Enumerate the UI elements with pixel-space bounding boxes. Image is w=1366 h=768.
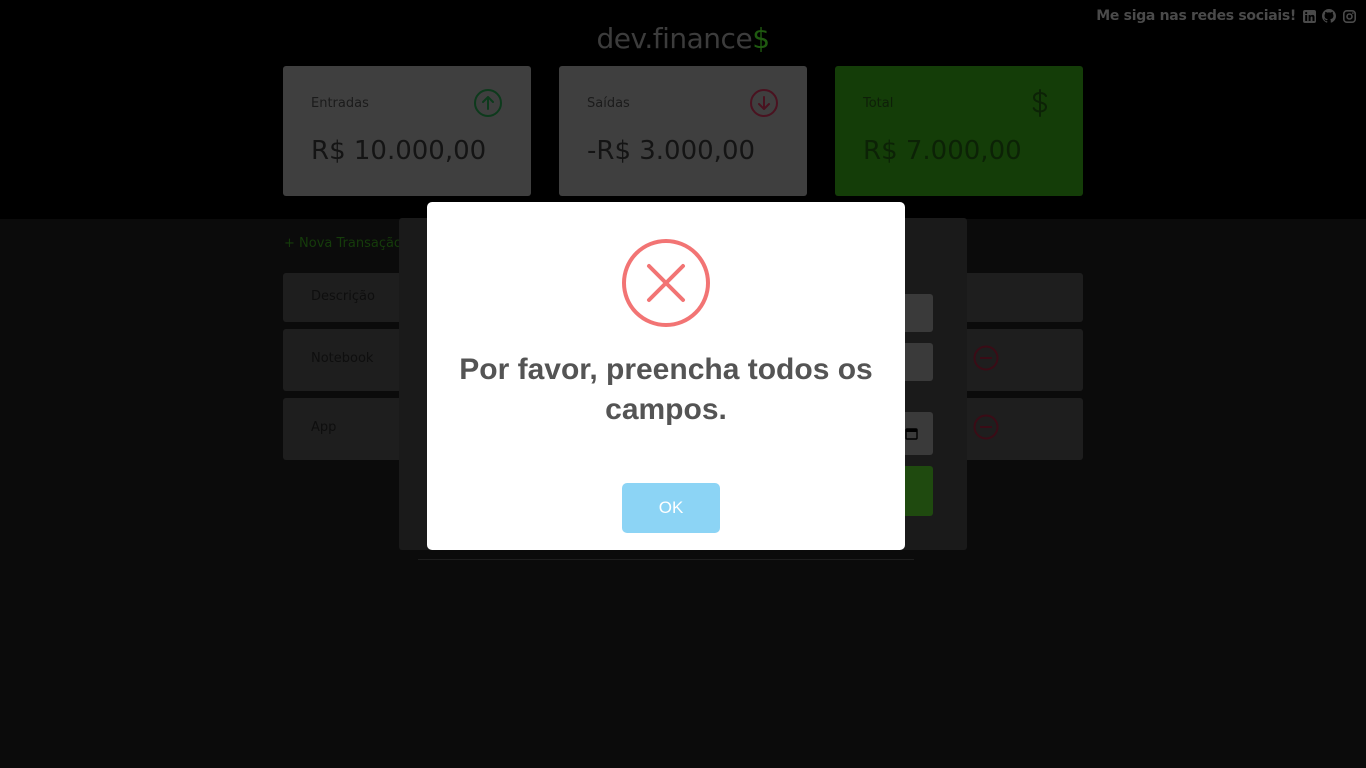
expense-label: Saídas: [587, 96, 630, 111]
logo-dollar: $: [752, 22, 770, 55]
dollar-icon: [1032, 89, 1048, 117]
row-description: App: [311, 420, 337, 435]
arrow-down-circle-icon: [750, 89, 778, 117]
arrow-up-circle-icon: [474, 89, 502, 117]
logo-text: dev.finance: [596, 22, 753, 55]
expense-value: -R$ 3.000,00: [587, 136, 756, 166]
error-alert-dialog: Por favor, preencha todos os campos. OK: [427, 202, 905, 550]
form-input-date[interactable]: [905, 412, 933, 455]
minus-circle-icon[interactable]: [973, 345, 999, 371]
income-card: Entradas R$ 10.000,00: [283, 66, 531, 196]
github-icon[interactable]: [1322, 9, 1336, 23]
expense-card: Saídas -R$ 3.000,00: [559, 66, 807, 196]
total-value: R$ 7.000,00: [863, 136, 1022, 166]
form-save-button[interactable]: [905, 466, 933, 516]
minus-circle-icon[interactable]: [973, 414, 999, 440]
app-logo: dev.finance$: [0, 22, 1366, 55]
form-input-description[interactable]: [905, 343, 933, 381]
total-card: Total R$ 7.000,00: [835, 66, 1083, 196]
alert-message: Por favor, preencha todos os campos.: [459, 353, 873, 426]
income-label: Entradas: [311, 96, 369, 111]
error-x-icon: [622, 239, 710, 327]
row-description: Notebook: [311, 351, 374, 366]
modal-divider: [418, 559, 914, 560]
ok-button[interactable]: OK: [622, 483, 720, 533]
income-value: R$ 10.000,00: [311, 136, 487, 166]
total-label: Total: [863, 96, 894, 111]
header-description: Descrição: [311, 289, 375, 304]
calendar-icon: [905, 428, 918, 440]
instagram-icon[interactable]: [1342, 9, 1356, 23]
form-input-amount[interactable]: [905, 294, 933, 332]
new-transaction-link[interactable]: + Nova Transação: [284, 236, 402, 251]
linkedin-icon[interactable]: [1302, 9, 1316, 23]
